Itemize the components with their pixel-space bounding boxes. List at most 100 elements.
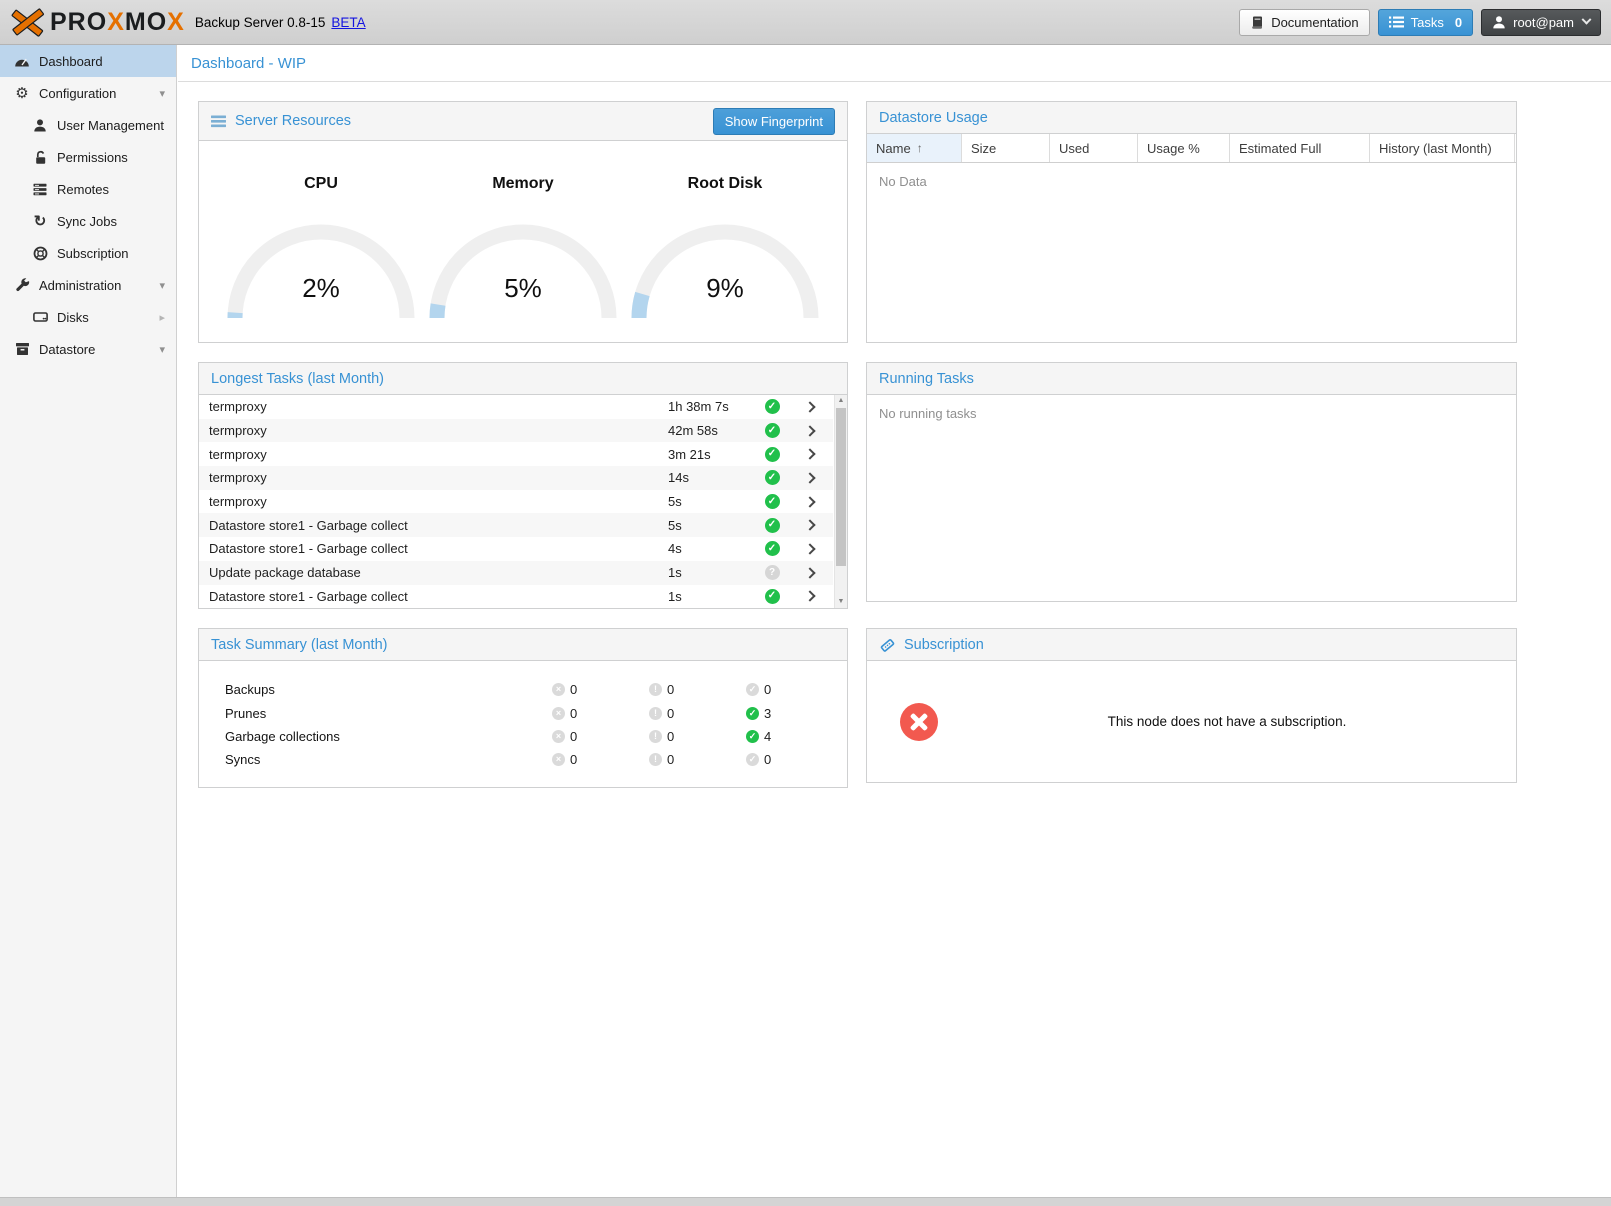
task-row[interactable]: termproxy 42m 58s ✓	[199, 419, 833, 443]
open-task-icon[interactable]	[804, 425, 815, 436]
subscription-message: This node does not have a subscription.	[938, 714, 1516, 729]
column-header-history[interactable]: History (last Month)	[1370, 134, 1515, 162]
gauge-arc	[630, 221, 820, 322]
sidebar-item-sync-jobs[interactable]: ↻ Sync Jobs	[0, 205, 176, 237]
scrollbar-thumb[interactable]	[836, 408, 846, 566]
sidebar-item-disks[interactable]: Disks ▸	[0, 301, 176, 333]
gauges: CPU 2% Memory 5% Root Disk 9%	[199, 141, 847, 322]
user-icon	[30, 118, 50, 132]
summary-row[interactable]: Backups ×0 !0 ✓0	[199, 678, 847, 701]
open-task-icon[interactable]	[804, 449, 815, 460]
task-row[interactable]: termproxy 1h 38m 7s ✓	[199, 395, 833, 419]
sidebar-item-subscription[interactable]: Subscription	[0, 237, 176, 269]
bars-icon	[211, 115, 227, 128]
chevron-down-icon	[1582, 14, 1592, 24]
page-title: Dashboard - WIP	[178, 45, 1611, 82]
check-circle-icon: ✓	[765, 470, 780, 485]
sidebar-item-remotes[interactable]: Remotes	[0, 173, 176, 205]
user-menu-button[interactable]: root@pam	[1481, 9, 1601, 36]
question-circle-icon: ?	[765, 565, 780, 580]
column-header-usage-pct[interactable]: Usage %	[1138, 134, 1230, 162]
scrollbar[interactable]: ▲ ▼	[834, 395, 847, 608]
open-task-icon[interactable]	[804, 567, 815, 578]
task-row[interactable]: Datastore store1 - Garbage collect 5s ✓	[199, 513, 833, 537]
task-row[interactable]: termproxy 14s ✓	[199, 466, 833, 490]
ok-count: 4	[764, 729, 771, 744]
ticket-icon	[879, 637, 896, 653]
warning-circle-icon: !	[649, 707, 662, 720]
check-circle-icon: ✓	[765, 541, 780, 556]
warning-count: 0	[667, 706, 674, 721]
usage-gauge: Root Disk 9%	[625, 175, 825, 322]
datastore-usage-title: Datastore Usage	[879, 110, 988, 126]
sidebar-item-datastore[interactable]: Datastore ▾	[0, 333, 176, 365]
error-circle-icon: ×	[552, 753, 565, 766]
open-task-icon[interactable]	[804, 520, 815, 531]
summary-label: Prunes	[225, 706, 552, 721]
ok-count: 0	[764, 682, 771, 697]
server-resources-header: Server Resources Show Fingerprint	[199, 102, 847, 141]
subscription-header: Subscription	[867, 629, 1516, 661]
logo-text: PROXMOX	[50, 8, 185, 37]
error-count: 0	[570, 729, 577, 744]
book-icon	[1250, 15, 1264, 30]
expand-icon: ▾	[159, 279, 165, 292]
warning-circle-icon: !	[649, 753, 662, 766]
task-row[interactable]: termproxy 3m 21s ✓	[199, 442, 833, 466]
life-ring-icon	[30, 246, 50, 261]
sidebar-item-permissions[interactable]: Permissions	[0, 141, 176, 173]
scroll-up-icon[interactable]: ▲	[835, 395, 847, 407]
check-circle-icon: ✓	[765, 518, 780, 533]
ok-count: 3	[764, 706, 771, 721]
task-row[interactable]: Datastore store1 - Garbage collect 4s ✓	[199, 537, 833, 561]
column-header-size[interactable]: Size	[962, 134, 1050, 162]
sidebar-item-configuration[interactable]: ⚙ Configuration ▾	[0, 77, 176, 109]
task-list-icon	[1389, 16, 1404, 28]
main-content: Server Resources Show Fingerprint CPU 2%…	[178, 82, 1611, 1197]
task-row[interactable]: termproxy 5s ✓	[199, 490, 833, 514]
column-header-name[interactable]: Name ↑	[867, 134, 962, 162]
summary-row[interactable]: Prunes ×0 !0 ✓3	[199, 701, 847, 724]
sidebar-item-dashboard[interactable]: Dashboard	[0, 45, 176, 77]
open-task-icon[interactable]	[804, 543, 815, 554]
task-name: Update package database	[209, 565, 668, 580]
longest-tasks-header: Longest Tasks (last Month)	[199, 363, 847, 395]
gauge-value: 5%	[423, 273, 623, 304]
documentation-button[interactable]: Documentation	[1239, 9, 1369, 36]
running-tasks-empty: No running tasks	[867, 395, 1516, 432]
summary-label: Syncs	[225, 752, 552, 767]
warning-count: 0	[667, 682, 674, 697]
sidebar-item-user-management[interactable]: User Management	[0, 109, 176, 141]
open-task-icon[interactable]	[804, 591, 815, 602]
sync-icon: ↻	[30, 212, 50, 230]
user-avatar-icon	[1492, 15, 1506, 29]
beta-link[interactable]: BETA	[331, 15, 365, 30]
task-duration: 5s	[668, 494, 750, 509]
show-fingerprint-button[interactable]: Show Fingerprint	[713, 108, 835, 135]
task-name: termproxy	[209, 399, 668, 414]
task-summary-title: Task Summary (last Month)	[211, 637, 387, 653]
column-header-estimated-full[interactable]: Estimated Full	[1230, 134, 1370, 162]
task-row[interactable]: Update package database 1s ?	[199, 561, 833, 585]
proxmox-logo: PROXMOX	[0, 6, 185, 38]
warning-count: 0	[667, 729, 674, 744]
datastore-usage-header: Datastore Usage	[867, 102, 1516, 134]
task-name: Datastore store1 - Garbage collect	[209, 541, 668, 556]
open-task-icon[interactable]	[804, 401, 815, 412]
datastore-usage-panel: Datastore Usage Name ↑ Size Used Usage %…	[866, 101, 1517, 343]
column-header-used[interactable]: Used	[1050, 134, 1138, 162]
summary-row[interactable]: Garbage collections ×0 !0 ✓4	[199, 725, 847, 748]
sidebar-item-administration[interactable]: Administration ▾	[0, 269, 176, 301]
open-task-icon[interactable]	[804, 472, 815, 483]
error-circle-icon: ×	[552, 707, 565, 720]
hdd-icon	[30, 311, 50, 323]
warning-count: 0	[667, 752, 674, 767]
open-task-icon[interactable]	[804, 496, 815, 507]
error-count: 0	[570, 682, 577, 697]
gauge-arc	[226, 221, 416, 322]
tasks-button[interactable]: Tasks 0	[1378, 9, 1473, 36]
task-name: termproxy	[209, 447, 668, 462]
task-row[interactable]: Datastore store1 - Garbage collect 1s ✓	[199, 585, 833, 609]
scroll-down-icon[interactable]: ▼	[835, 596, 847, 608]
summary-row[interactable]: Syncs ×0 !0 ✓0	[199, 748, 847, 771]
